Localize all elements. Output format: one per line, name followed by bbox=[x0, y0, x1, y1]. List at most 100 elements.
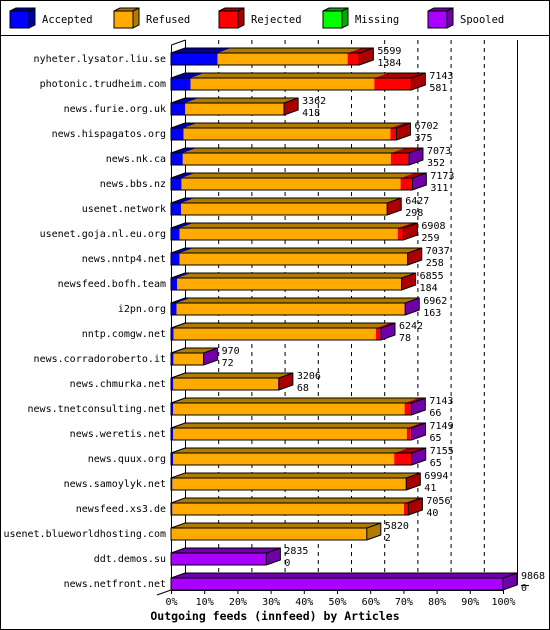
bar-top-face-refused bbox=[181, 198, 401, 203]
bar-top-face-refused bbox=[171, 523, 381, 528]
bar-segment-refused bbox=[173, 453, 395, 465]
host-label: ddt.demos.su bbox=[94, 554, 166, 565]
value-label-offered: 7073 bbox=[427, 146, 451, 157]
bar-segment-refused bbox=[182, 153, 391, 165]
value-label-accepted: 298 bbox=[405, 208, 423, 219]
value-label-accepted: 184 bbox=[420, 283, 438, 294]
bar-segment-rejected bbox=[397, 228, 404, 240]
value-label-accepted: 311 bbox=[430, 183, 448, 194]
legend-swatch-side bbox=[446, 7, 454, 29]
host-label: usenet.blueworldhosting.com bbox=[3, 529, 166, 540]
bar-top-face-refused bbox=[173, 448, 409, 453]
host-label: nntp.comgw.net bbox=[82, 329, 166, 340]
tick-label: 100% bbox=[491, 597, 515, 608]
tick-label: 10% bbox=[196, 597, 214, 608]
value-label-accepted: 78 bbox=[399, 333, 411, 344]
bar-segment-refused bbox=[181, 178, 401, 190]
bar-segment-refused bbox=[172, 503, 405, 515]
legend-label-spooled: Spooled bbox=[460, 14, 504, 26]
bar-segment-refused bbox=[179, 228, 398, 240]
bar-segment-accepted bbox=[171, 153, 183, 165]
bar-segment-refused bbox=[217, 53, 348, 65]
value-label-accepted: 418 bbox=[302, 108, 320, 119]
host-label: photonic.trudheim.com bbox=[40, 79, 166, 90]
value-label-offered: 6427 bbox=[405, 196, 429, 207]
bar-segment-refused bbox=[176, 303, 405, 315]
bar-segment-spooled bbox=[171, 578, 503, 590]
bar-top-face-refused bbox=[173, 323, 390, 328]
bar-segment-accepted bbox=[171, 103, 186, 115]
host-label: news.quux.org bbox=[88, 454, 166, 465]
bar-segment-rejected bbox=[400, 178, 412, 190]
host-label: news.nk.ca bbox=[106, 154, 166, 165]
value-label-offered: 7143 bbox=[429, 71, 453, 82]
host-label: news.tnetconsulting.net bbox=[28, 404, 166, 415]
value-label-accepted: 1384 bbox=[377, 58, 401, 69]
bar-top-face-refused bbox=[181, 173, 415, 178]
bar-segment-refused bbox=[185, 103, 284, 115]
host-label: nyheter.lysator.liu.se bbox=[34, 54, 166, 65]
host-label: newsfeed.xs3.de bbox=[76, 504, 166, 515]
host-label: news.weretis.net bbox=[70, 429, 166, 440]
tick-label: 0% bbox=[165, 597, 177, 608]
value-label-offered: 6994 bbox=[424, 471, 448, 482]
bar-top-face-spooled bbox=[171, 573, 517, 578]
bar-top-face-spooled bbox=[171, 548, 281, 553]
tick-label: 30% bbox=[262, 597, 280, 608]
bar-segment-rejected bbox=[394, 453, 412, 465]
tick-label: 40% bbox=[295, 597, 313, 608]
value-label-offered: 5820 bbox=[385, 521, 409, 532]
value-label-offered: 7037 bbox=[426, 246, 450, 257]
value-label-offered: 6962 bbox=[423, 296, 447, 307]
bar-top-face-refused bbox=[182, 148, 405, 153]
bar-top-face-refused bbox=[173, 423, 421, 428]
bar-top-face-refused bbox=[190, 73, 389, 78]
value-label-accepted: 0 bbox=[521, 583, 527, 594]
legend-swatch-refused bbox=[113, 10, 134, 29]
value-label-accepted: 581 bbox=[429, 83, 447, 94]
host-label: news.chmurka.net bbox=[70, 379, 166, 390]
bar-segment-refused bbox=[183, 128, 391, 140]
value-label-accepted: 0 bbox=[284, 558, 290, 569]
value-label-accepted: 68 bbox=[297, 383, 309, 394]
bar-segment-rejected bbox=[390, 153, 409, 165]
value-label-accepted: 66 bbox=[429, 408, 441, 419]
bar-segment-rejected bbox=[390, 128, 397, 140]
legend-label-missing: Missing bbox=[355, 14, 399, 26]
legend-swatch-spooled bbox=[427, 10, 448, 29]
bar-segment-accepted bbox=[171, 278, 178, 290]
bar-segment-refused bbox=[172, 478, 406, 490]
bar-segment-rejected bbox=[374, 78, 412, 90]
legend-swatch-side bbox=[341, 7, 349, 29]
bar-top-face-refused bbox=[217, 48, 362, 53]
bar-segment-accepted bbox=[171, 78, 191, 90]
value-label-offered: 7155 bbox=[430, 446, 454, 457]
bar-top-face-refused bbox=[179, 223, 412, 228]
host-label: news.bbs.nz bbox=[100, 179, 166, 190]
host-label: news.corradoroberto.it bbox=[34, 354, 166, 365]
bar-segment-refused bbox=[177, 278, 401, 290]
bar-top-face-refused bbox=[172, 473, 420, 478]
tick-label: 80% bbox=[428, 597, 446, 608]
bar-segment-accepted bbox=[171, 128, 184, 140]
legend-swatch-missing bbox=[322, 10, 343, 29]
legend-label-refused: Refused bbox=[146, 14, 190, 26]
bar-segment-refused bbox=[173, 378, 279, 390]
host-label: news.hispagatos.org bbox=[52, 129, 166, 140]
legend-swatch-rejected bbox=[218, 10, 239, 29]
value-label-offered: 3206 bbox=[297, 371, 321, 382]
bar-top-face-refused bbox=[172, 498, 419, 503]
bar-segment-accepted bbox=[171, 178, 182, 190]
bar-top-face-refused bbox=[179, 248, 422, 253]
host-label: usenet.goja.nl.eu.org bbox=[40, 229, 166, 240]
bar-top-face-refused bbox=[176, 298, 419, 303]
bar-top-face-refused bbox=[173, 398, 419, 403]
bar-segment-rejected bbox=[404, 503, 409, 515]
bar-segment-rejected bbox=[347, 53, 360, 65]
bar-segment-refused bbox=[173, 328, 376, 340]
legend-swatch-side bbox=[132, 7, 140, 29]
bar-top-face-refused bbox=[173, 373, 293, 378]
bar-segment-refused bbox=[171, 528, 367, 540]
host-label: newsfeed.bofh.team bbox=[58, 279, 166, 290]
value-label-accepted: 2 bbox=[385, 533, 391, 544]
